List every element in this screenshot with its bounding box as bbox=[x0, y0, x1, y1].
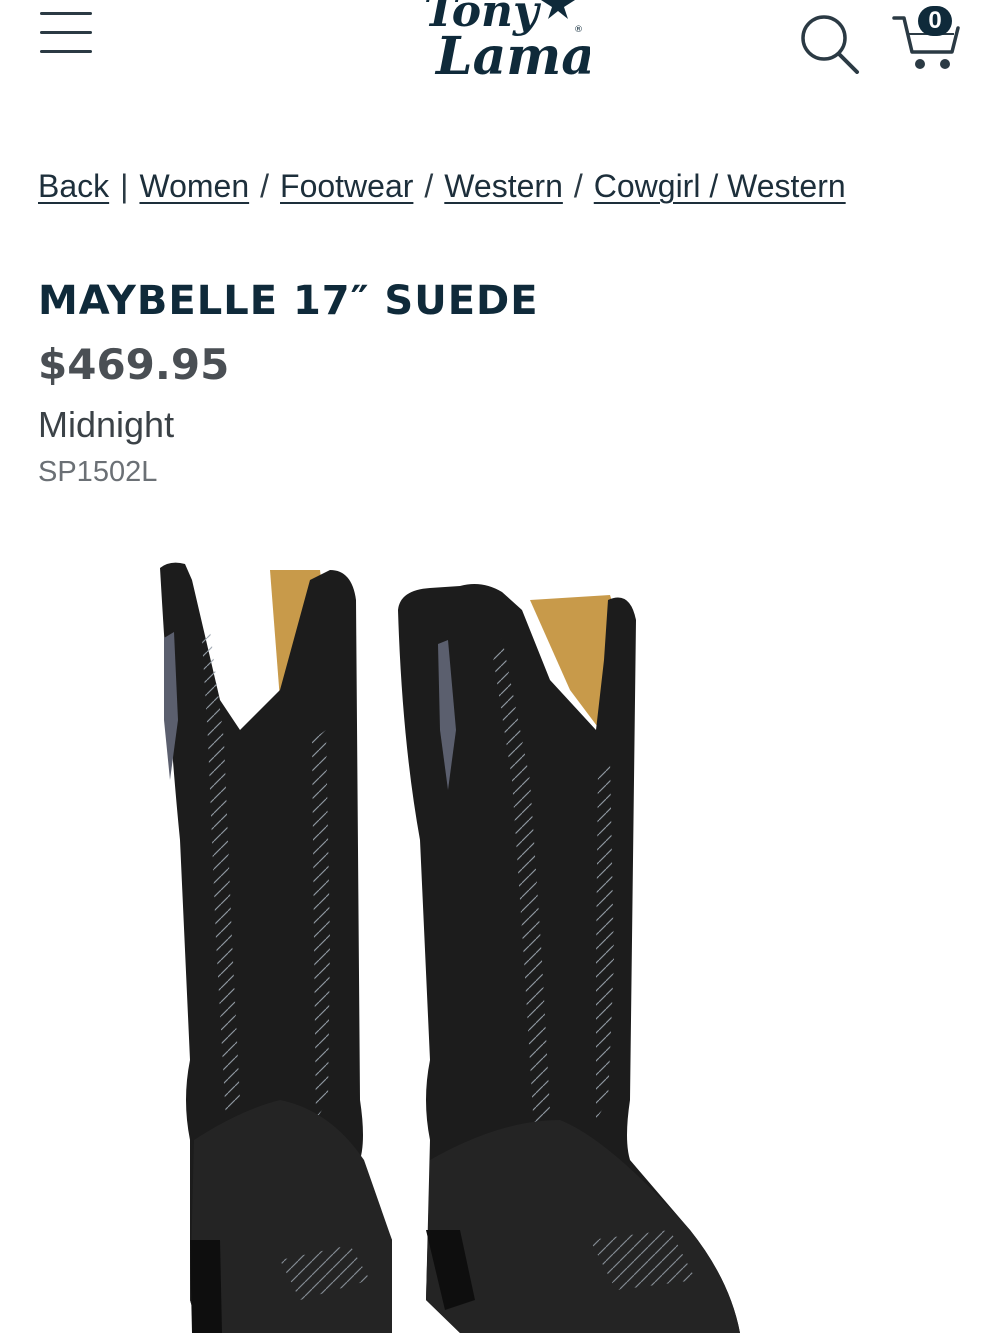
breadcrumb-item-western[interactable]: Western bbox=[444, 168, 563, 204]
site-header: Tony Lama ® 0 bbox=[0, 0, 1000, 110]
breadcrumb-separator: / bbox=[573, 168, 583, 204]
product-page: Tony Lama ® 0 Back | Women / Footwear / … bbox=[0, 0, 1000, 1333]
product-image[interactable] bbox=[130, 540, 770, 1333]
menu-bar bbox=[40, 50, 92, 53]
search-button[interactable] bbox=[798, 10, 862, 74]
menu-bar bbox=[40, 31, 92, 34]
breadcrumb-back-link[interactable]: Back bbox=[38, 168, 109, 204]
boots-image bbox=[160, 562, 740, 1333]
product-title: MAYBELLE 17″ SUEDE bbox=[38, 278, 539, 324]
breadcrumb-separator: / bbox=[424, 168, 434, 204]
breadcrumb-item-footwear[interactable]: Footwear bbox=[280, 168, 413, 204]
breadcrumb-separator: | bbox=[120, 168, 129, 204]
cart-count-badge: 0 bbox=[918, 6, 952, 36]
breadcrumb-separator: / bbox=[260, 168, 270, 204]
breadcrumb: Back | Women / Footwear / Western / Cowgirl / We… bbox=[38, 168, 846, 205]
product-color-name: Midnight bbox=[38, 404, 175, 445]
left-boot bbox=[160, 562, 392, 1333]
search-icon bbox=[801, 15, 859, 74]
menu-button[interactable] bbox=[40, 8, 94, 56]
breadcrumb-item-women[interactable]: Women bbox=[139, 168, 249, 204]
svg-text:®: ® bbox=[574, 25, 583, 35]
product-sku: SP1502L bbox=[38, 456, 158, 488]
breadcrumb-item-cowgirl-western[interactable]: Cowgirl / Western bbox=[594, 168, 846, 204]
menu-bar bbox=[40, 12, 92, 15]
product-price: $469.95 bbox=[38, 340, 230, 389]
tony-lama-logo-icon: Tony Lama ® bbox=[424, 0, 595, 87]
svg-text:Lama: Lama bbox=[434, 26, 590, 87]
right-boot bbox=[398, 584, 740, 1333]
brand-logo[interactable]: Tony Lama ® bbox=[410, 0, 595, 90]
